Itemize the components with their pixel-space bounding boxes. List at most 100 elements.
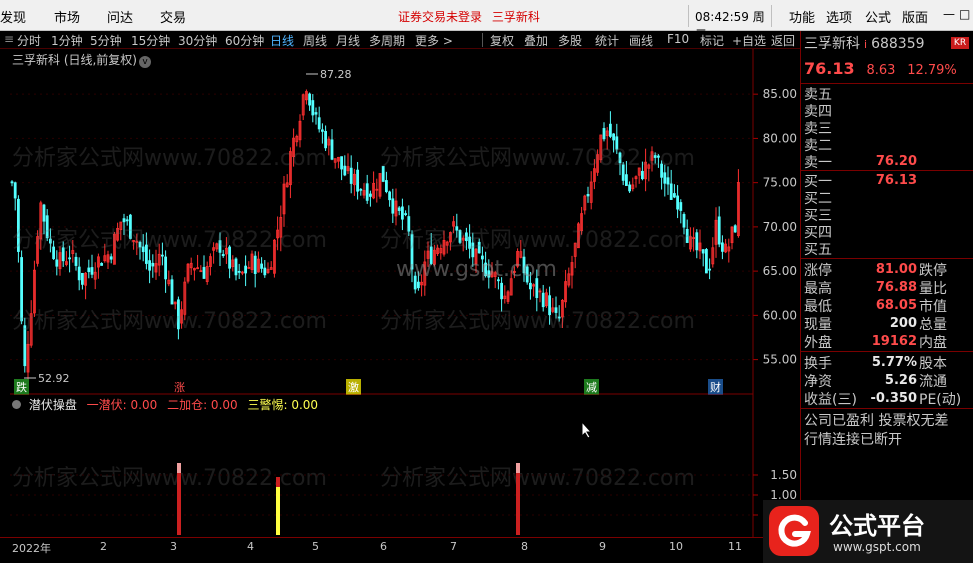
tab-period-more[interactable]: 更多 > [415,32,453,49]
low-label: 最低 [804,299,832,315]
menu-market[interactable]: 市场 [54,7,80,26]
candle-body [653,155,657,158]
minimize-button[interactable]: — [943,7,955,21]
outer-volume-label: 外盘 [804,335,832,351]
candle-body [343,165,347,176]
candle-body [359,188,363,191]
menu-wenda[interactable]: 问达 [107,7,133,26]
candle-body [55,259,59,267]
candle-body [244,265,248,274]
candle-body [320,129,324,132]
tab-period-monthly[interactable]: 月线 [336,32,360,49]
back-button[interactable]: 返回 [771,32,795,49]
tab-period-weekly[interactable]: 周线 [303,32,327,49]
price-tick-label: 75.00 [763,176,797,190]
high-label: 最高 [804,281,832,297]
indicator-signal-cap [516,463,520,473]
tab-period-daily[interactable]: 日线 [270,32,294,49]
candle-body [557,316,561,319]
menu-trade[interactable]: 交易 [160,7,186,26]
tab-period-multi[interactable]: 多周期 [369,32,405,49]
mark-button[interactable]: 标记 [700,32,724,49]
sell1-price: 76.20 [875,154,917,169]
menu-formula[interactable]: 公式 [865,7,891,26]
candle-body [500,282,504,300]
tab-period-60min[interactable]: 60分钟 [225,32,264,49]
menu-discover[interactable]: 发现 [0,7,26,26]
indicator-name[interactable]: 潜伏操盘 [29,398,77,412]
candle-body [621,164,625,181]
price-tick-label: 65.00 [763,264,797,278]
candle-body [468,236,472,249]
candle-body [138,241,142,248]
statistics-button[interactable]: 统计 [595,32,619,49]
candle-body [148,260,152,271]
candle-body [128,214,132,239]
tab-period-fenshi[interactable]: 分时 [17,32,41,49]
overlay-button[interactable]: 叠加 [524,32,548,49]
maximize-button[interactable]: □ [959,7,970,21]
candle-body [74,256,78,266]
low-price-label: 52.92 [38,372,70,385]
net-assets-label: 净资 [804,374,832,390]
candle-body [49,238,52,244]
menu-layout[interactable]: 版面 [902,7,928,26]
candle-body [455,226,459,231]
indicator-legend: 潜伏操盘 一潜伏: 0.00 二加仓: 0.00 三警惕: 0.00 [12,396,324,413]
chart-title-text: 三孚新科 (日线,前复权) [12,53,137,67]
f10-button[interactable]: F10 [667,32,689,46]
chevron-down-icon[interactable]: v [139,56,151,68]
candle-body [615,136,619,150]
candle-body [529,282,532,290]
candle-body [586,194,590,197]
price-tick-label: 70.00 [763,220,797,234]
candle-body [170,279,174,305]
indicator-signal-cap [177,463,181,473]
market-cap-label: 市值 [919,299,947,315]
menu-function[interactable]: 功能 [789,7,815,26]
indicator-chart[interactable]: 1.501.000.50 [0,394,800,537]
logo-g-icon [778,514,811,547]
indicator-signal-bar [177,463,181,535]
last-price: 76.13 [804,59,855,78]
total-volume-label: 总量 [919,317,947,333]
login-notice[interactable]: 证券交易未登录 三孚新科 [398,8,540,25]
candle-body [660,163,663,178]
date-tick: 8 [521,540,528,553]
center-watermark: www.gspt.com [396,257,557,282]
candle-body [311,100,315,116]
candle-body [541,292,545,308]
tab-period-30min[interactable]: 30分钟 [178,32,217,49]
candle-body [548,295,551,316]
candle-body [221,254,225,257]
candle-body [81,272,84,285]
float-label: 流通 [919,374,947,390]
tab-period-5min[interactable]: 5分钟 [90,32,122,49]
tab-period-1min[interactable]: 1分钟 [51,32,83,49]
candle-body [384,180,388,192]
draw-line-button[interactable]: 画线 [629,32,653,49]
candle-body [77,266,81,281]
add-watchlist-button[interactable]: +自选 [732,32,766,49]
logo-url: www.gspt.com [833,540,921,554]
fuquan-button[interactable]: 复权 [490,32,514,49]
logo-mark-icon [769,506,819,556]
company-message: 公司已盈利 投票权无差 [804,413,949,429]
price-chart[interactable]: 87.28 52.92 85.00 80.00 75.00 70.00 65.00 60.0… [0,49,800,394]
tab-period-15min[interactable]: 15分钟 [131,32,170,49]
gspt-logo: 公式平台 www.gspt.com [763,500,973,563]
info-icon[interactable]: i [864,38,867,51]
candle-body [10,181,14,184]
candle-body [234,258,238,276]
date-tick: 9 [599,540,606,553]
candle-body [324,131,328,149]
menu-options[interactable]: 选项 [826,7,852,26]
buy1-price: 76.13 [875,173,917,188]
indicator-signal-cap [276,477,280,487]
multi-stock-button[interactable]: 多股 [558,32,582,49]
date-tick: 2 [100,540,107,553]
indicator-menu-icon[interactable] [12,400,21,409]
candle-body [164,256,168,280]
candle-body [100,263,103,266]
current-volume-label: 现量 [804,317,832,333]
